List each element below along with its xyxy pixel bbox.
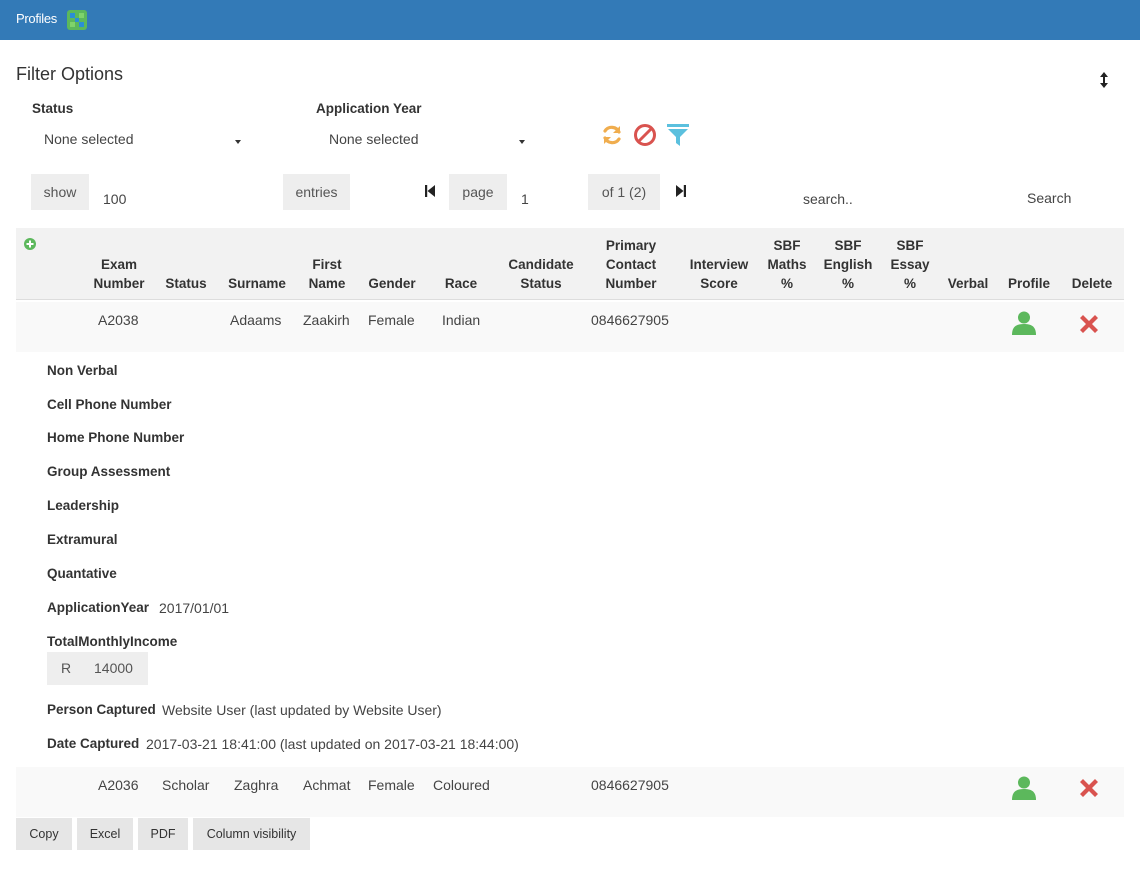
column-header-first-name[interactable]: First Name (300, 255, 354, 293)
filter-icon[interactable] (666, 123, 690, 147)
income-field[interactable]: R 14000 (47, 652, 148, 685)
last-page-icon[interactable] (676, 185, 686, 197)
top-bar: Profiles (0, 0, 1140, 40)
profile-user-icon[interactable] (1011, 775, 1037, 801)
page-title: Profiles (16, 11, 57, 26)
column-header-delete[interactable]: Delete (1066, 274, 1118, 293)
pdf-button[interactable]: PDF (138, 818, 188, 850)
contact-number-cell: 0846627905 (591, 312, 669, 328)
clear-filter-ban-icon[interactable] (633, 123, 657, 147)
column-header-interview-score[interactable]: Interview Score (684, 255, 754, 293)
chevron-down-icon[interactable] (235, 140, 241, 144)
column-header-candidate-status[interactable]: Candidate Status (502, 255, 580, 293)
gender-cell: Female (368, 312, 415, 328)
cell-phone-number-label: Cell Phone Number (47, 397, 172, 412)
surname-cell: Zaghra (234, 777, 279, 793)
exam-number-cell: A2038 (98, 312, 139, 328)
currency-symbol: R (61, 660, 72, 676)
date-captured-label: Date Captured (47, 736, 140, 751)
race-cell: Coloured (433, 777, 490, 793)
race-cell: Indian (442, 312, 481, 328)
profile-user-icon[interactable] (1011, 310, 1037, 336)
page-count-label: of 1 (2) (588, 174, 660, 210)
delete-x-icon[interactable] (1076, 775, 1102, 801)
search-button[interactable]: Search (1027, 190, 1071, 206)
column-header-surname[interactable]: Surname (226, 274, 288, 293)
status-filter-label: Status (32, 101, 74, 116)
column-header-status[interactable]: Status (160, 274, 212, 293)
column-header-race[interactable]: Race (436, 274, 486, 293)
page-number-input[interactable]: 1 (521, 191, 529, 207)
leadership-label: Leadership (47, 498, 120, 513)
contact-number-cell: 0846627905 (591, 777, 669, 793)
total-monthly-income-label: TotalMonthlyIncome (47, 634, 178, 649)
group-assessment-label: Group Assessment (47, 464, 171, 479)
filter-options-heading: Filter Options (16, 64, 124, 84)
show-label: show (31, 174, 89, 210)
search-input[interactable]: search.. (803, 191, 853, 207)
column-header-exam-number[interactable]: Exam Number (87, 255, 151, 293)
status-filter-select[interactable]: None selected (44, 131, 134, 147)
column-header-profile[interactable]: Profile (1003, 274, 1055, 293)
add-circle-icon[interactable] (24, 238, 36, 250)
column-visibility-button[interactable]: Column visibility (193, 818, 310, 850)
quantative-label: Quantative (47, 566, 117, 581)
application-year-value: 2017/01/01 (159, 600, 230, 616)
delete-x-icon[interactable] (1076, 311, 1102, 337)
grid-logo-icon (67, 10, 87, 30)
home-phone-number-label: Home Phone Number (47, 430, 185, 445)
column-header-sbf-maths[interactable]: SBF Maths% (764, 236, 810, 293)
income-value: 14000 (94, 660, 133, 676)
application-year-filter-select[interactable]: None selected (329, 131, 419, 147)
column-header-primary-contact-number[interactable]: Primary Contact Number (596, 236, 666, 293)
column-header-gender[interactable]: Gender (364, 274, 420, 293)
table-row[interactable] (16, 302, 1124, 352)
column-header-sbf-english[interactable]: SBF English% (818, 236, 878, 293)
copy-button[interactable]: Copy (16, 818, 72, 850)
application-year-label: ApplicationYear (47, 600, 150, 615)
expand-collapse-icon[interactable] (1098, 70, 1110, 90)
refresh-icon[interactable] (600, 123, 624, 147)
first-name-cell: Achmat (303, 777, 351, 793)
status-cell: Scholar (162, 777, 210, 793)
page-size-input[interactable]: 100 (103, 191, 126, 207)
column-header-sbf-essay[interactable]: SBF Essay% (884, 236, 936, 293)
person-captured-value: Website User (last updated by Website Us… (162, 702, 442, 718)
surname-cell: Adaams (230, 312, 282, 328)
first-page-icon[interactable] (425, 185, 435, 197)
non-verbal-label: Non Verbal (47, 363, 118, 378)
extramural-label: Extramural (47, 532, 118, 547)
page-label: page (449, 174, 507, 210)
excel-button[interactable]: Excel (77, 818, 133, 850)
entries-label: entries (283, 174, 350, 210)
application-year-filter-label: Application Year (316, 101, 422, 116)
date-captured-value: 2017-03-21 18:41:00 (last updated on 201… (146, 736, 519, 752)
chevron-down-icon[interactable] (519, 140, 525, 144)
exam-number-cell: A2036 (98, 777, 139, 793)
gender-cell: Female (368, 777, 415, 793)
person-captured-label: Person Captured (47, 702, 156, 717)
first-name-cell: Zaakirh (303, 312, 350, 328)
column-header-verbal[interactable]: Verbal (942, 274, 994, 293)
